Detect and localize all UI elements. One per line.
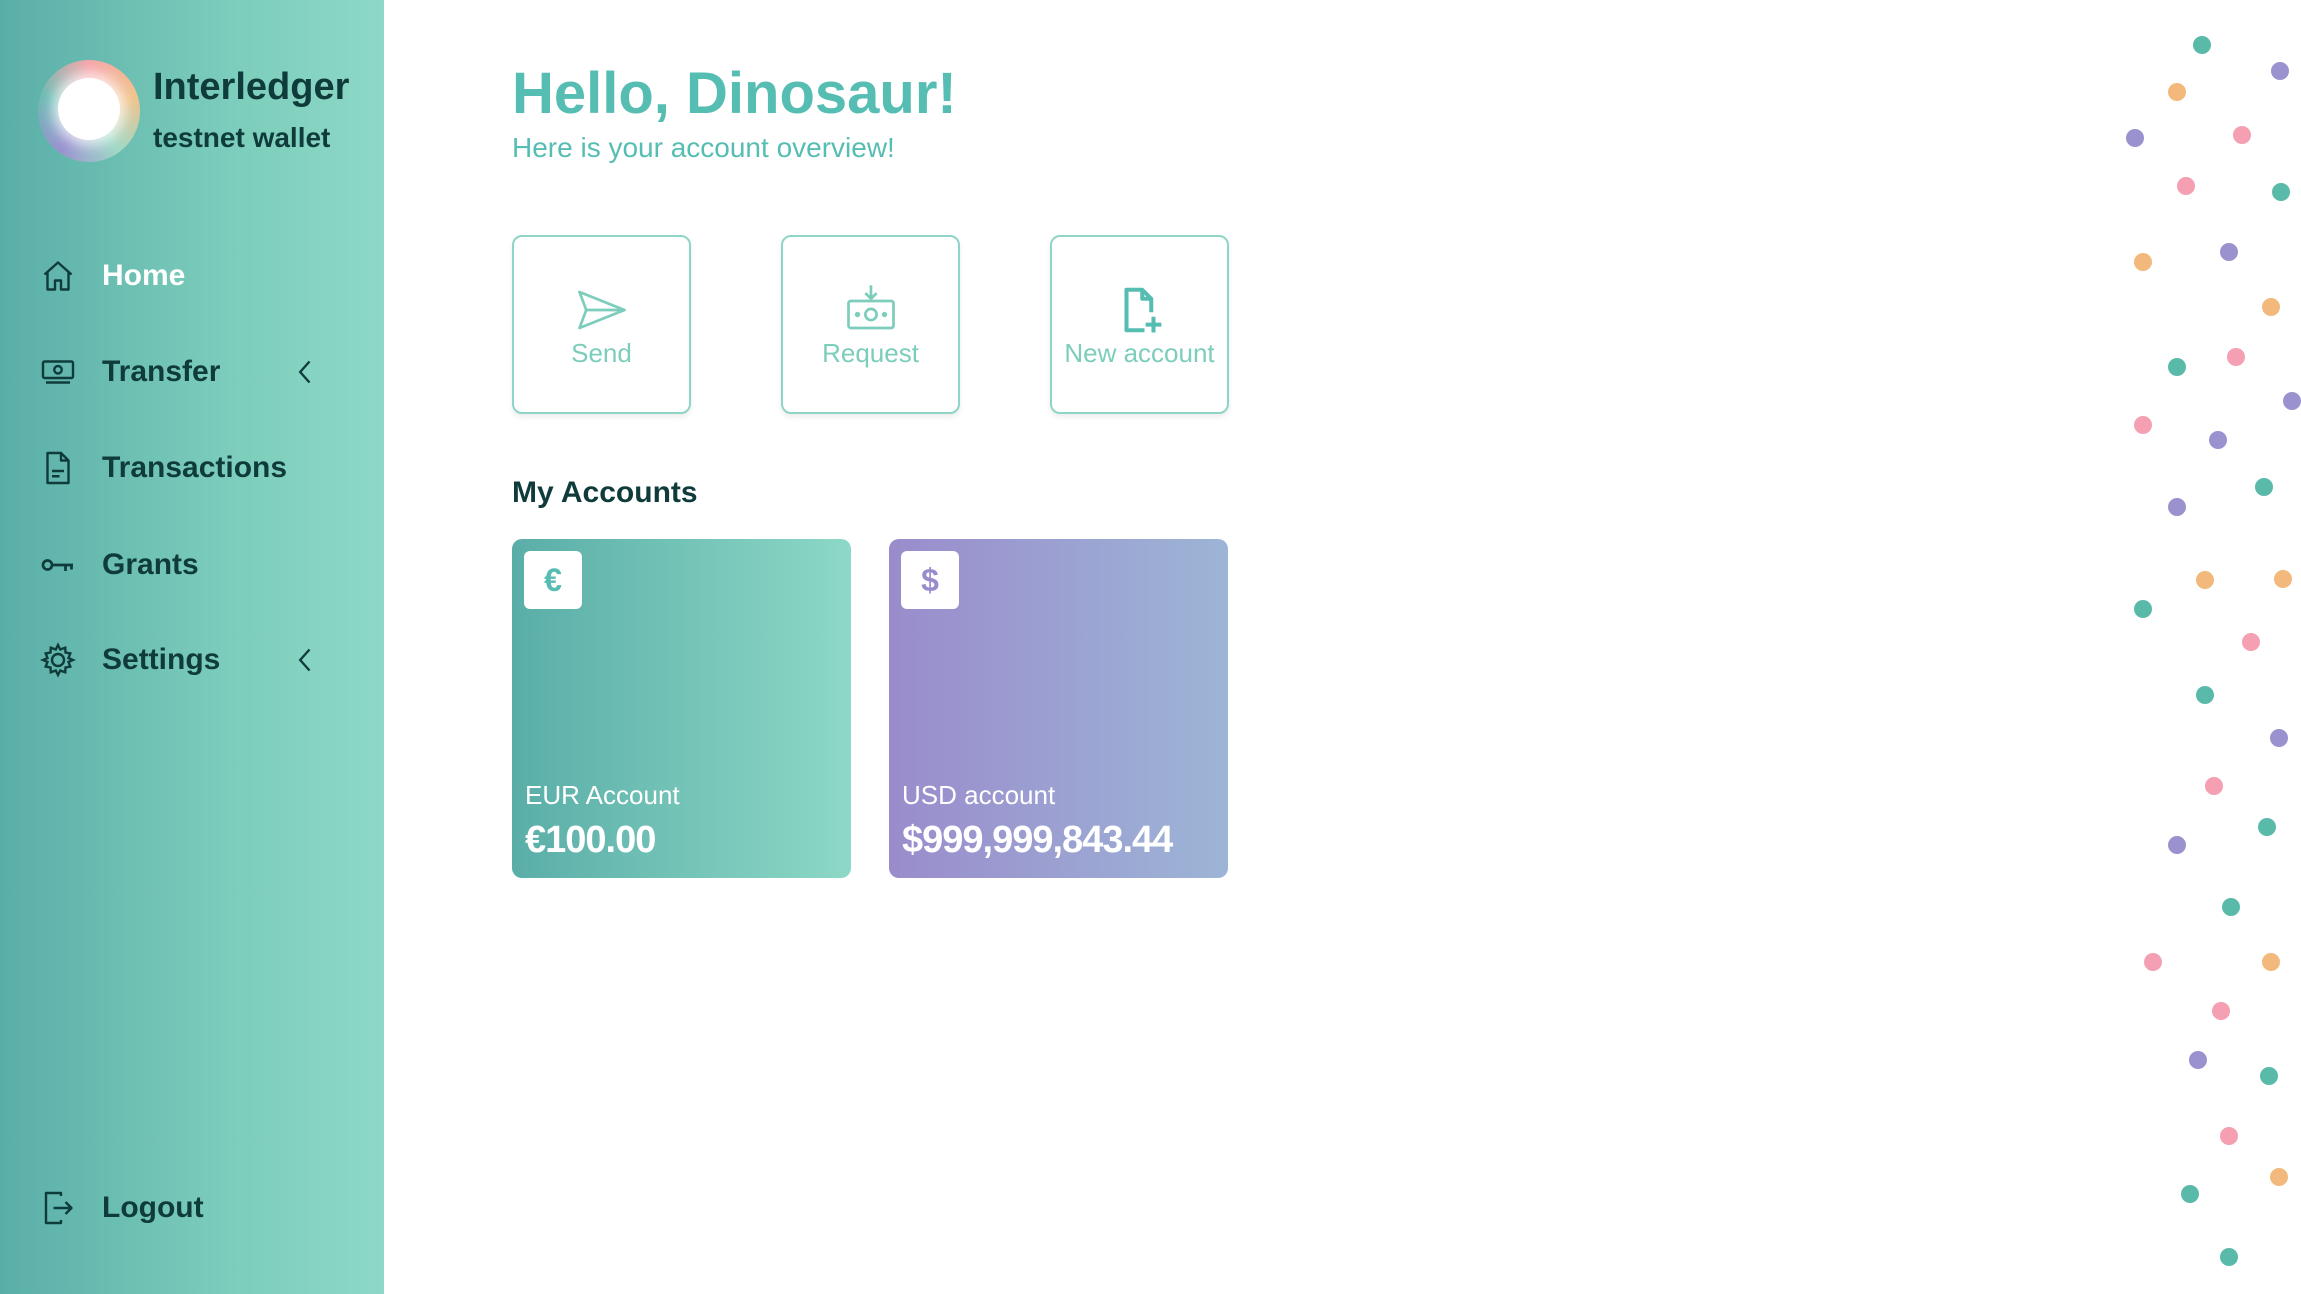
paper-plane-icon (575, 283, 629, 337)
new-file-icon (1113, 283, 1167, 337)
home-icon (38, 256, 78, 296)
account-card-eur[interactable]: € EUR Account €100.00 (512, 539, 851, 878)
new-account-button[interactable]: New account (1050, 235, 1229, 414)
chevron-left-icon[interactable] (292, 646, 320, 674)
account-name: EUR Account (525, 780, 680, 810)
brand-title: Interledger (153, 66, 350, 108)
chevron-left-icon[interactable] (292, 358, 320, 386)
page-subtitle: Here is your account overview! (512, 132, 895, 163)
sidebar-item-label: Transfer (102, 355, 221, 388)
sidebar-item-label: Transactions (102, 451, 288, 484)
account-name: USD account (902, 780, 1056, 810)
gear-icon (38, 640, 78, 680)
sidebar-item-home[interactable]: Home (38, 248, 348, 304)
sidebar-item-settings[interactable]: Settings (38, 632, 348, 688)
dollar-icon: $ (901, 551, 959, 609)
request-button[interactable]: Request (781, 235, 960, 414)
request-money-icon (844, 283, 898, 337)
interledger-logo[interactable] (38, 60, 140, 162)
brand-subtitle: testnet wallet (153, 122, 331, 153)
account-balance: €100.00 (525, 819, 656, 861)
page-title: Hello, Dinosaur! (512, 61, 957, 126)
account-card-usd[interactable]: $ USD account $999,999,843.44 (889, 539, 1228, 878)
document-icon (38, 448, 78, 488)
account-balance: $999,999,843.44 (902, 819, 1173, 861)
accounts-heading: My Accounts (512, 476, 698, 509)
logout-button[interactable]: Logout (38, 1180, 348, 1236)
money-icon (38, 352, 78, 392)
key-icon (38, 545, 78, 585)
send-button[interactable]: Send (512, 235, 691, 414)
euro-icon: € (524, 551, 582, 609)
sidebar-item-transactions[interactable]: Transactions (38, 440, 348, 496)
new-account-label: New account (1064, 338, 1215, 368)
logout-icon (38, 1188, 78, 1228)
sidebar-item-label: Settings (102, 643, 221, 676)
logout-label: Logout (102, 1191, 204, 1224)
sidebar-item-label: Home (102, 259, 186, 292)
sidebar-item-transfer[interactable]: Transfer (38, 344, 348, 400)
sidebar-item-label: Grants (102, 548, 199, 581)
request-label: Request (822, 338, 919, 368)
sidebar: Interledger testnet wallet Home Transfer… (0, 0, 384, 1294)
sidebar-item-grants[interactable]: Grants (38, 537, 348, 593)
send-label: Send (571, 338, 632, 368)
